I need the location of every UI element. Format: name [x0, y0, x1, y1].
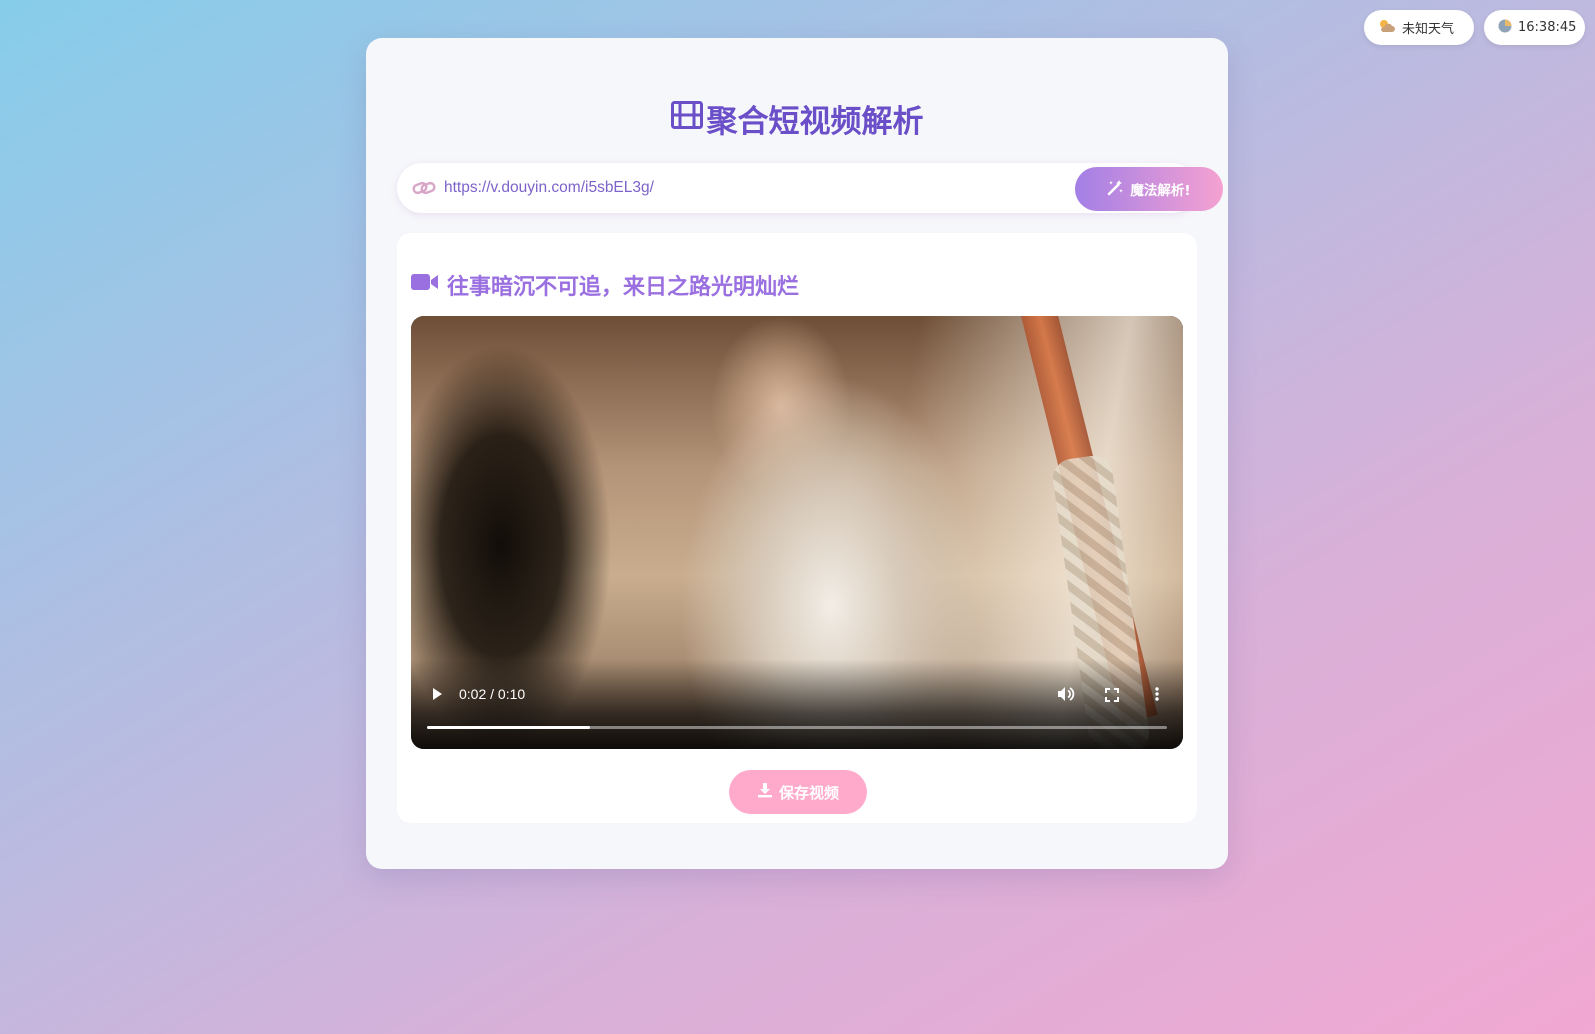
parse-button-label: 魔法解析!	[1130, 183, 1191, 199]
video-camera-icon	[411, 272, 439, 298]
more-options-icon[interactable]	[1154, 686, 1160, 706]
clock-widget: 16:38:45	[1484, 10, 1585, 45]
play-icon[interactable]	[429, 686, 445, 706]
page-title-text: 聚合短视频解析	[706, 104, 924, 140]
url-input[interactable]	[444, 173, 1024, 203]
download-icon	[757, 782, 773, 802]
progress-bar[interactable]	[427, 726, 1167, 729]
video-title-text: 往事暗沉不可追，来日之路光明灿烂	[447, 275, 800, 300]
result-panel: 往事暗沉不可追，来日之路光明灿烂 0:02 / 0:10 保存视频	[397, 233, 1197, 823]
save-video-label: 保存视频	[778, 783, 839, 802]
magic-wand-icon	[1107, 179, 1124, 200]
url-bar: 魔法解析!	[397, 163, 1223, 213]
partly-cloudy-icon	[1378, 18, 1396, 38]
page-title: 聚合短视频解析	[366, 96, 1228, 141]
parse-button[interactable]: 魔法解析!	[1075, 167, 1223, 211]
link-icon	[412, 178, 436, 202]
fullscreen-icon[interactable]	[1105, 687, 1119, 706]
weather-label: 未知天气	[1402, 22, 1455, 37]
time-display: 0:02 / 0:10	[459, 686, 526, 702]
clock-time: 16:38:45	[1518, 20, 1577, 35]
clock-icon	[1498, 19, 1512, 37]
save-video-button[interactable]: 保存视频	[729, 770, 867, 814]
progress-fill	[427, 726, 590, 729]
film-icon	[670, 100, 703, 137]
weather-widget: 未知天气	[1364, 10, 1474, 45]
parser-card: 聚合短视频解析 魔法解析!	[366, 38, 1228, 869]
video-title: 往事暗沉不可追，来日之路光明灿烂	[411, 269, 799, 301]
video-player[interactable]: 0:02 / 0:10	[411, 316, 1183, 749]
volume-icon[interactable]	[1057, 686, 1075, 706]
